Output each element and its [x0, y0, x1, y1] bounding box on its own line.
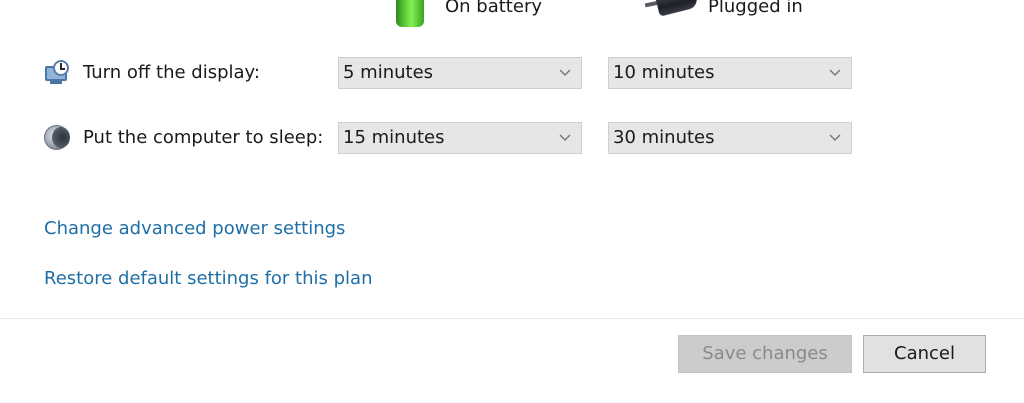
- chevron-down-icon: [559, 69, 571, 76]
- chevron-down-icon: [829, 134, 841, 141]
- sleep-moon-icon: [44, 125, 70, 151]
- cancel-button[interactable]: Cancel: [863, 335, 986, 373]
- battery-icon: [393, 0, 431, 27]
- column-header-plugged-in: Plugged in: [644, 0, 803, 26]
- dropdown-value: 5 minutes: [343, 62, 434, 83]
- dropdown-value: 30 minutes: [613, 127, 715, 148]
- sleep-plugged-in-dropdown[interactable]: 30 minutes: [608, 122, 852, 154]
- column-label-plugged-in: Plugged in: [708, 0, 803, 17]
- power-plug-icon: [644, 0, 701, 20]
- display-on-battery-dropdown[interactable]: 5 minutes: [338, 57, 582, 89]
- setting-label-display: Turn off the display:: [83, 62, 260, 83]
- sleep-on-battery-dropdown[interactable]: 15 minutes: [338, 122, 582, 154]
- chevron-down-icon: [559, 134, 571, 141]
- column-label-on-battery: On battery: [445, 0, 542, 17]
- chevron-down-icon: [829, 69, 841, 76]
- column-header-on-battery: On battery: [393, 0, 542, 27]
- footer-divider: [0, 318, 1024, 319]
- dropdown-value: 15 minutes: [343, 127, 445, 148]
- setting-row-sleep: Put the computer to sleep: 15 minutes 30…: [0, 122, 1024, 156]
- monitor-timer-icon: [44, 60, 70, 86]
- display-plugged-in-dropdown[interactable]: 10 minutes: [608, 57, 852, 89]
- dropdown-value: 10 minutes: [613, 62, 715, 83]
- setting-row-display: Turn off the display: 5 minutes 10 minut…: [0, 57, 1024, 91]
- restore-defaults-link[interactable]: Restore default settings for this plan: [44, 268, 372, 290]
- save-changes-button[interactable]: Save changes: [678, 335, 852, 373]
- advanced-power-settings-link[interactable]: Change advanced power settings: [44, 218, 345, 240]
- setting-label-sleep: Put the computer to sleep:: [83, 127, 324, 148]
